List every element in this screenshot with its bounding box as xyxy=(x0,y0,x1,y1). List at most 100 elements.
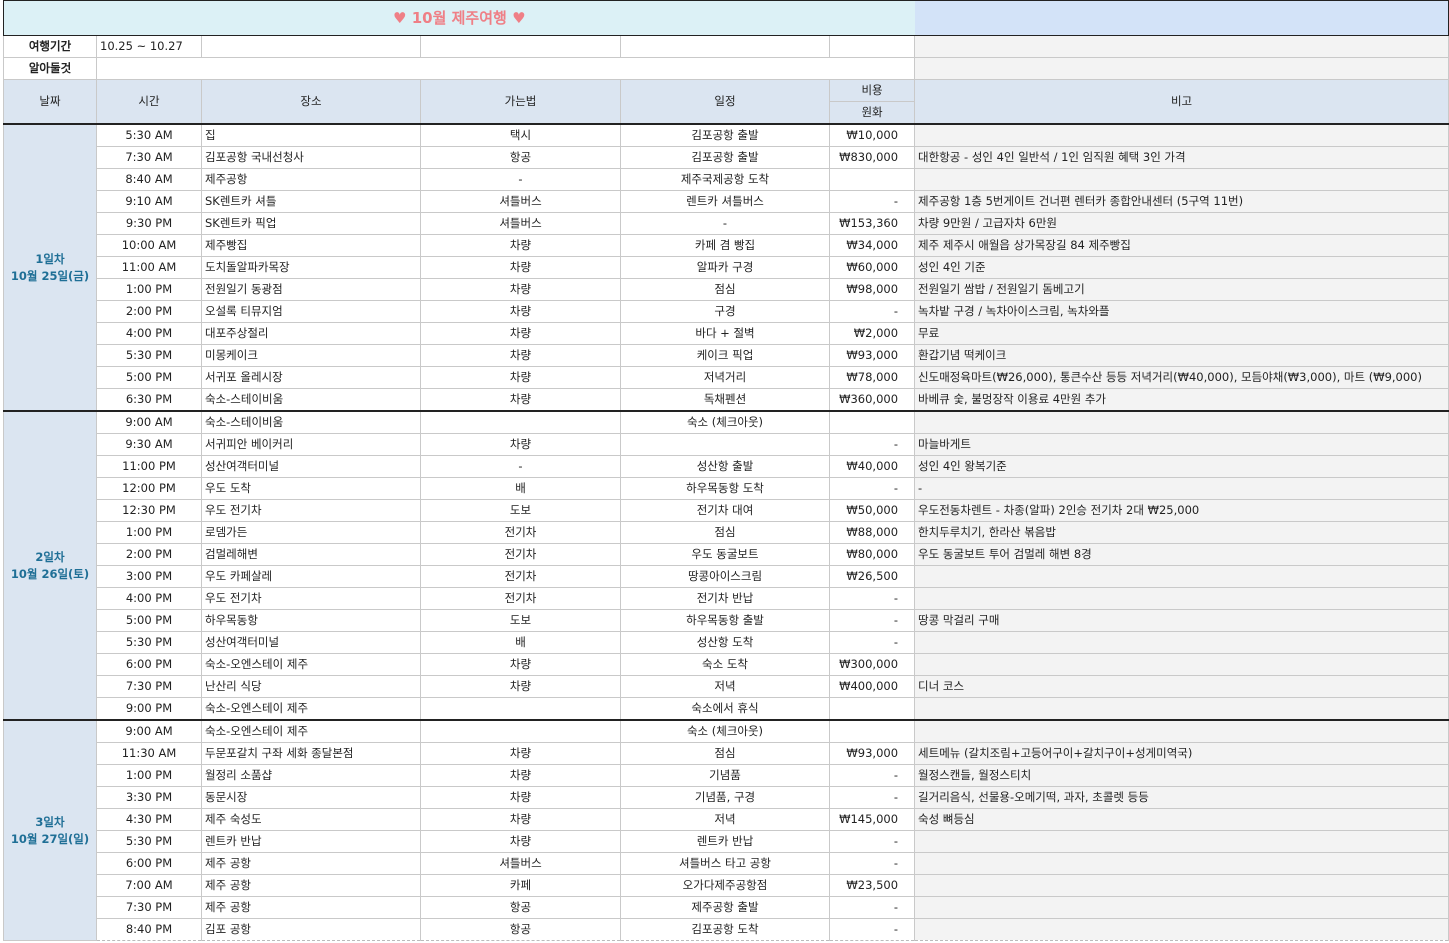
schedule-cell[interactable]: 김포공항 출발 xyxy=(620,146,830,169)
schedule-cell[interactable]: 땅콩아이스크림 xyxy=(620,565,830,588)
cost-cell[interactable]: ₩300,000 xyxy=(828,653,916,676)
transport-cell[interactable]: 차량 xyxy=(420,256,621,279)
cost-cell[interactable]: ₩2,000 xyxy=(828,322,916,345)
time-cell[interactable]: 6:30 PM xyxy=(96,388,202,412)
schedule-cell[interactable]: 제주국제공항 도착 xyxy=(620,168,830,191)
schedule-cell[interactable]: 성산항 출발 xyxy=(620,455,830,478)
cost-cell[interactable]: - xyxy=(828,896,916,919)
place-cell[interactable]: SK렌트카 셔틀 xyxy=(201,190,421,213)
time-cell[interactable]: 8:40 PM xyxy=(96,918,202,941)
place-cell[interactable]: 대포주상절리 xyxy=(201,322,421,345)
remark-cell[interactable] xyxy=(914,830,1449,853)
remark-cell[interactable]: 제주 제주시 애월읍 상가목장길 84 제주빵집 xyxy=(914,234,1449,257)
remark-cell[interactable]: 신도매정육마트(₩26,000), 통큰수산 등등 저녁거리(₩40,000),… xyxy=(914,366,1449,389)
schedule-cell[interactable]: 숙소 도착 xyxy=(620,653,830,676)
place-cell[interactable]: 검멀레해변 xyxy=(201,543,421,566)
place-cell[interactable]: 서귀포 올레시장 xyxy=(201,366,421,389)
remark-cell[interactable]: 디너 코스 xyxy=(914,675,1449,698)
time-cell[interactable]: 1:00 PM xyxy=(96,278,202,301)
transport-cell[interactable] xyxy=(420,410,621,434)
notes-label[interactable]: 알아둘것 xyxy=(3,57,97,80)
cost-cell[interactable]: ₩88,000 xyxy=(828,521,916,544)
cost-cell[interactable]: ₩40,000 xyxy=(828,455,916,478)
time-cell[interactable]: 7:30 AM xyxy=(96,146,202,169)
cost-cell[interactable]: - xyxy=(828,631,916,654)
place-cell[interactable]: 동문시장 xyxy=(201,786,421,809)
cost-cell[interactable]: - xyxy=(828,609,916,632)
place-cell[interactable]: 숙소-오엔스테이 제주 xyxy=(201,653,421,676)
place-cell[interactable]: 성산여객터미널 xyxy=(201,631,421,654)
remark-cell[interactable]: 전원일기 쌈밥 / 전원일기 돔베고기 xyxy=(914,278,1449,301)
place-cell[interactable]: 전원일기 동광점 xyxy=(201,278,421,301)
schedule-cell[interactable]: 저녁거리 xyxy=(620,366,830,389)
remark-cell[interactable]: 성인 4인 기준 xyxy=(914,256,1449,279)
transport-cell[interactable]: 전기차 xyxy=(420,565,621,588)
transport-cell[interactable]: 셔틀버스 xyxy=(420,852,621,875)
place-cell[interactable]: 제주공항 xyxy=(201,168,421,191)
cost-cell[interactable]: - xyxy=(828,300,916,323)
schedule-cell[interactable]: 셔틀버스 타고 공항 xyxy=(620,852,830,875)
schedule-cell[interactable]: 렌트카 반납 xyxy=(620,830,830,853)
time-cell[interactable]: 5:30 PM xyxy=(96,344,202,367)
remark-cell[interactable]: 세트메뉴 (갈치조림+고등어구이+갈치구이+성게미역국) xyxy=(914,742,1449,765)
remark-cell[interactable] xyxy=(914,697,1449,721)
schedule-cell[interactable]: 구경 xyxy=(620,300,830,323)
schedule-cell[interactable]: 알파카 구경 xyxy=(620,256,830,279)
header-place[interactable]: 장소 xyxy=(201,79,421,125)
remark-cell[interactable]: 녹차밭 구경 / 녹차아이스크림, 녹차와플 xyxy=(914,300,1449,323)
time-cell[interactable]: 6:00 PM xyxy=(96,852,202,875)
schedule-cell[interactable] xyxy=(620,433,830,456)
transport-cell[interactable]: 전기차 xyxy=(420,543,621,566)
place-cell[interactable]: 우도 도착 xyxy=(201,477,421,500)
time-cell[interactable]: 9:00 AM xyxy=(96,410,202,434)
cost-cell[interactable]: ₩10,000 xyxy=(828,123,916,147)
cost-cell[interactable]: - xyxy=(828,433,916,456)
transport-cell[interactable]: 배 xyxy=(420,477,621,500)
time-cell[interactable]: 11:00 AM xyxy=(96,256,202,279)
header-remarks[interactable]: 비고 xyxy=(914,79,1449,125)
transport-cell[interactable]: 차량 xyxy=(420,300,621,323)
time-cell[interactable]: 11:00 PM xyxy=(96,455,202,478)
empty-cell[interactable] xyxy=(620,35,830,58)
time-cell[interactable]: 3:30 PM xyxy=(96,786,202,809)
time-cell[interactable]: 5:00 PM xyxy=(96,366,202,389)
schedule-cell[interactable]: 케이크 픽업 xyxy=(620,344,830,367)
place-cell[interactable]: 로뎀가든 xyxy=(201,521,421,544)
transport-cell[interactable]: 차량 xyxy=(420,830,621,853)
transport-cell[interactable]: 차량 xyxy=(420,786,621,809)
cost-cell[interactable] xyxy=(828,719,916,743)
transport-cell[interactable]: - xyxy=(420,168,621,191)
remark-cell[interactable]: 마늘바게트 xyxy=(914,433,1449,456)
place-cell[interactable]: 김포 공항 xyxy=(201,918,421,941)
remark-cell[interactable]: 대한항공 - 성인 4인 일반석 / 1인 임직원 혜택 3인 가격 xyxy=(914,146,1449,169)
cost-cell[interactable]: - xyxy=(828,918,916,941)
remark-cell[interactable] xyxy=(914,123,1449,147)
cost-cell[interactable]: ₩60,000 xyxy=(828,256,916,279)
remark-cell[interactable]: 무료 xyxy=(914,322,1449,345)
remark-cell[interactable]: - xyxy=(914,477,1449,500)
header-date[interactable]: 날짜 xyxy=(3,79,97,125)
time-cell[interactable]: 11:30 AM xyxy=(96,742,202,765)
remark-cell[interactable]: 차량 9만원 / 고급자차 6만원 xyxy=(914,212,1449,235)
schedule-cell[interactable]: 점심 xyxy=(620,521,830,544)
empty-cell[interactable] xyxy=(201,35,421,58)
place-cell[interactable]: 우도 카페살레 xyxy=(201,565,421,588)
remark-cell[interactable] xyxy=(914,410,1449,434)
sheet-title-cell[interactable]: ♥ 10월 제주여행 ♥ xyxy=(2,0,915,36)
remark-cell[interactable] xyxy=(914,631,1449,654)
schedule-cell[interactable]: 기념품 xyxy=(620,764,830,787)
place-cell[interactable]: SK렌트카 픽업 xyxy=(201,212,421,235)
transport-cell[interactable]: 셔틀버스 xyxy=(420,190,621,213)
place-cell[interactable]: 집 xyxy=(201,123,421,147)
time-cell[interactable]: 9:00 AM xyxy=(96,719,202,743)
cost-cell[interactable] xyxy=(828,168,916,191)
schedule-cell[interactable]: 점심 xyxy=(620,278,830,301)
header-transport[interactable]: 가는법 xyxy=(420,79,621,125)
time-cell[interactable]: 9:30 PM xyxy=(96,212,202,235)
time-cell[interactable]: 9:10 AM xyxy=(96,190,202,213)
place-cell[interactable]: 성산여객터미널 xyxy=(201,455,421,478)
transport-cell[interactable]: 차량 xyxy=(420,433,621,456)
title-right-cell[interactable] xyxy=(914,0,1449,36)
remark-cell[interactable] xyxy=(914,565,1449,588)
transport-cell[interactable]: 전기차 xyxy=(420,587,621,610)
